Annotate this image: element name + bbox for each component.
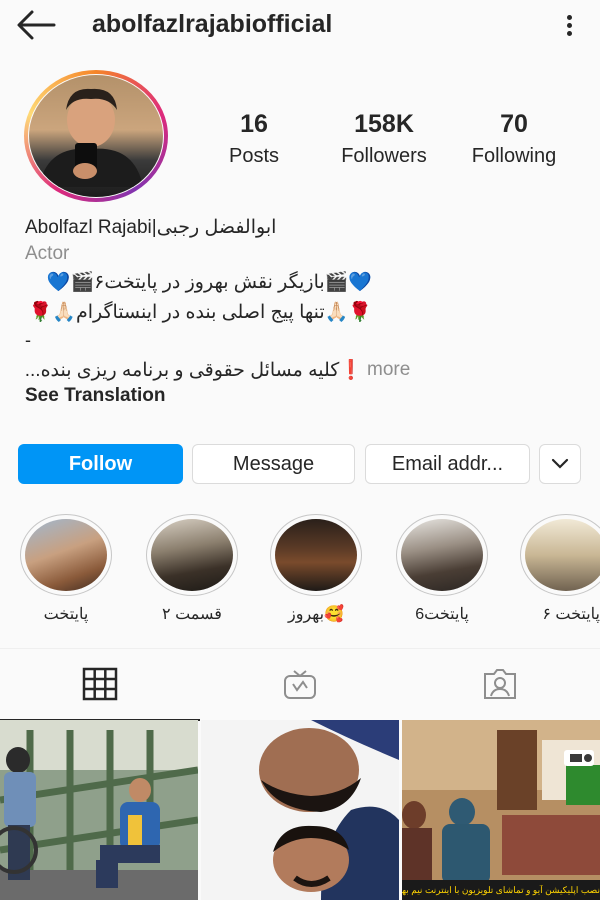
highlight-label: 🥰بهروز <box>287 606 345 623</box>
stat-posts[interactable]: 16 Posts <box>199 110 309 168</box>
story-ring[interactable] <box>24 70 168 202</box>
stat-following[interactable]: 70 Following <box>459 110 569 168</box>
highlight-item[interactable]: 🥰بهروز <box>268 514 364 624</box>
bio-line-1: 💙🎬بازیگر نقش بهروز در پایتخت۶🎬💙 <box>46 272 372 293</box>
bio-line-2: 🌹🙏🏻تنها پیج اصلی بنده در اینستاگرام🙏🏻🌹 <box>28 302 372 323</box>
follow-button[interactable]: Follow <box>18 444 183 484</box>
tab-igtv[interactable] <box>200 649 400 719</box>
grid-post-2[interactable] <box>201 720 399 900</box>
grid-icon <box>82 667 118 701</box>
highlight-item[interactable]: پایتخت6 <box>394 514 490 624</box>
highlight-item[interactable]: پایتخت ۶ <box>520 514 600 634</box>
profile-tab-bar <box>0 648 600 721</box>
grid-post-1[interactable] <box>0 720 198 900</box>
bio-line-3: - <box>25 330 31 350</box>
followers-count: 158K <box>354 110 414 138</box>
highlight-item[interactable]: پایتخت <box>18 514 114 624</box>
see-translation-link[interactable]: See Translation <box>25 385 165 407</box>
followers-label: Followers <box>341 145 427 167</box>
grid-post-3[interactable]: نصب اپلیکیشن آیو و تماشای تلویزیون با ای… <box>402 720 600 900</box>
posts-count: 16 <box>240 110 268 138</box>
tab-tagged[interactable] <box>400 649 600 719</box>
profile-username: abolfazlrajabiofficial <box>92 10 333 38</box>
igtv-icon <box>284 670 316 699</box>
highlight-label: پایتخت6 <box>415 606 469 623</box>
profile-avatar <box>29 75 163 197</box>
message-button[interactable]: Message <box>192 444 355 484</box>
profile-category: Actor <box>25 243 70 264</box>
highlight-label: پایتخت <box>43 606 89 623</box>
suggested-dropdown-button[interactable] <box>539 444 581 484</box>
bio-line-4: ❗کلیه مسائل حقوقی و برنامه ریزی بنده... <box>24 360 363 381</box>
posts-label: Posts <box>228 145 280 167</box>
profile-full-name: Abolfazl Rajabi|ابوالفضل رجبی <box>25 217 277 238</box>
tagged-icon <box>484 669 516 699</box>
bio-more-link[interactable]: more <box>367 359 410 381</box>
chevron-down-icon <box>551 458 569 469</box>
top-bar: abolfazlrajabiofficial <box>0 0 600 54</box>
highlight-item[interactable]: قسمت ۲ <box>144 514 240 624</box>
email-button[interactable]: Email addr... <box>365 444 530 484</box>
back-arrow-icon[interactable] <box>16 8 56 42</box>
highlight-label: پایتخت ۶ <box>542 606 600 623</box>
highlight-label: قسمت ۲ <box>162 606 222 623</box>
following-count: 70 <box>500 110 528 138</box>
following-label: Following <box>471 145 557 167</box>
grid-post-3-ticker: نصب اپلیکیشن آیو و تماشای تلویزیون با ای… <box>402 885 600 895</box>
more-options-icon[interactable] <box>562 12 576 40</box>
stat-followers[interactable]: 158K Followers <box>329 110 439 168</box>
tab-posts-grid[interactable] <box>0 649 200 721</box>
